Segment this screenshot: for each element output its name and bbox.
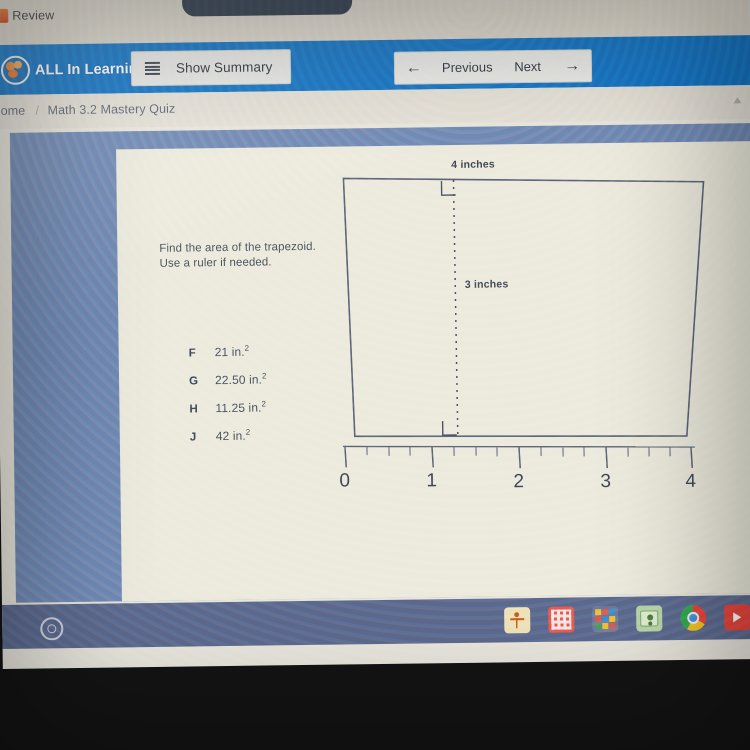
ruler-label-2: 2 — [513, 471, 524, 492]
trapezoid-outline — [342, 177, 705, 438]
browser-tab-title[interactable]: Review — [12, 8, 54, 23]
trapezoid-drawing: 0 1 2 3 4 — [339, 177, 705, 492]
trapezoid-figure: 4 inches 3 inches 0 1 2 3 4 — [331, 149, 735, 494]
choice-value-text: 22.50 in. — [214, 372, 263, 388]
breadcrumb-home-link[interactable]: Home — [0, 104, 25, 118]
prompt-line-1: Find the area of the trapezoid. — [159, 240, 316, 255]
whiteboard-app-icon[interactable] — [636, 605, 663, 632]
color-grid-app-icon[interactable] — [592, 605, 619, 633]
launcher-circle-icon[interactable] — [40, 617, 64, 641]
breadcrumb-current-quiz[interactable]: Math 3.2 Mastery Quiz — [47, 102, 175, 118]
choice-letter: H — [189, 403, 198, 416]
question-prompt: Find the area of the trapezoid. Use a ru… — [159, 240, 316, 272]
choice-value: 22.50 in.2 — [215, 371, 267, 387]
taskbar — [1, 594, 750, 649]
choice-exponent: 2 — [244, 343, 250, 353]
answer-choice-h[interactable]: H 11.25 in.2 — [189, 399, 267, 415]
choice-letter: F — [188, 347, 196, 360]
arrow-right-icon[interactable]: → — [553, 57, 591, 74]
page-body: Find the area of the trapezoid. Use a ru… — [9, 122, 750, 603]
photo-of-screen: Review ALL In Learning Show Summary ← Pr… — [0, 0, 750, 750]
choice-value: 21 in.2 — [215, 344, 250, 359]
brand[interactable]: ALL In Learning — [0, 54, 147, 85]
chrome-icon[interactable] — [680, 604, 707, 632]
height-dashed-line — [452, 180, 459, 436]
answer-choice-g[interactable]: G 22.50 in.2 — [189, 371, 267, 387]
choice-exponent: 2 — [261, 371, 267, 381]
chromebook-screen: Review ALL In Learning Show Summary ← Pr… — [0, 0, 750, 669]
choice-letter: G — [189, 375, 199, 388]
choice-value-text: 11.25 in. — [215, 400, 262, 416]
next-button[interactable]: Next — [502, 59, 554, 75]
right-angle-marker-bottom — [441, 421, 457, 436]
choice-value: 42 in.2 — [216, 428, 251, 443]
classroom-app-icon[interactable] — [504, 607, 531, 634]
ruler: 0 1 2 3 4 — [339, 445, 697, 492]
all-in-learning-logo-icon — [0, 55, 31, 85]
grid-red-app-icon[interactable] — [548, 606, 575, 633]
arrow-left-icon[interactable]: ← — [395, 59, 433, 76]
prompt-line-2: Use a ruler if needed. — [159, 256, 272, 270]
taskbar-apps — [504, 604, 750, 634]
question-navigation: ← Previous Next → — [393, 49, 593, 85]
youtube-icon[interactable] — [724, 604, 750, 631]
choice-value-text: 42 in. — [215, 428, 246, 444]
show-summary-label: Show Summary — [175, 59, 273, 76]
breadcrumb-separator: / — [35, 103, 40, 118]
browser-tab-strip — [181, 0, 353, 17]
ruler-label-3: 3 — [600, 471, 611, 492]
choice-value: 11.25 in.2 — [215, 399, 266, 415]
answer-choices: F 21 in.2 G 22.50 in.2 H 11.25 in.2 J 42… — [189, 343, 268, 456]
choice-exponent: 2 — [261, 399, 267, 409]
previous-button[interactable]: Previous — [433, 59, 502, 75]
choice-letter: J — [189, 431, 197, 444]
show-summary-button[interactable]: Show Summary — [130, 49, 292, 87]
ruler-label-4: 4 — [685, 471, 696, 492]
choice-exponent: 2 — [245, 427, 251, 437]
ruler-label-0: 0 — [339, 470, 350, 491]
answer-choice-f[interactable]: F 21 in.2 — [188, 343, 267, 360]
list-icon — [144, 61, 161, 76]
ruler-label-1: 1 — [426, 470, 437, 491]
question-card: Find the area of the trapezoid. Use a ru… — [116, 140, 750, 602]
tab-favicon-icon — [0, 8, 9, 23]
chevron-up-icon[interactable] — [733, 97, 742, 104]
choice-value-text: 21 in. — [214, 344, 245, 360]
answer-choice-j[interactable]: J 42 in.2 — [189, 427, 268, 444]
